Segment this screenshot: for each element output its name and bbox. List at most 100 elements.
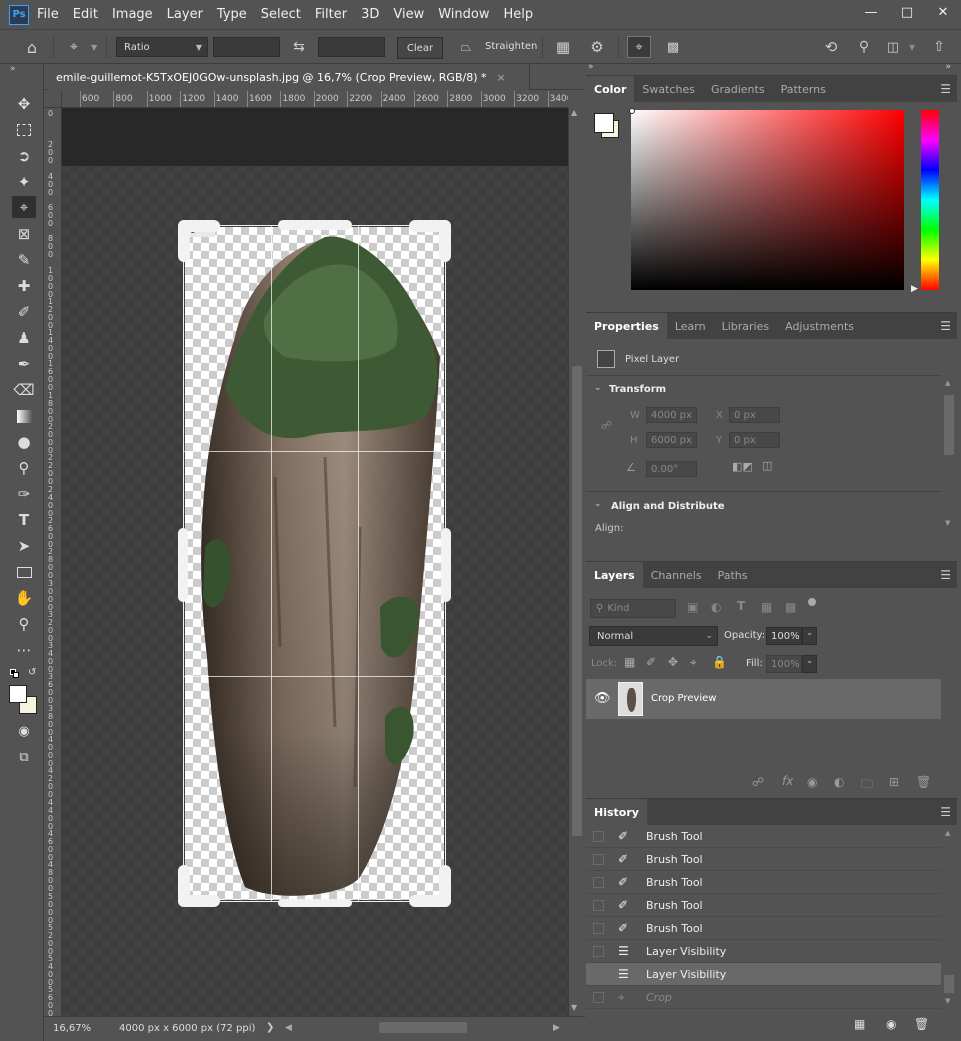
new-layer-icon[interactable]: ⊞	[889, 775, 899, 789]
link-layers-icon[interactable]: ☍	[752, 775, 764, 789]
overlay-grid-icon[interactable]: ▦	[552, 37, 574, 57]
collapse-icon[interactable]: »	[588, 62, 594, 72]
crop-handle-left[interactable]	[178, 528, 188, 602]
crop-tool-icon[interactable]: ⌖	[12, 196, 36, 218]
search-icon[interactable]: ⚲	[853, 37, 875, 57]
blend-mode-select[interactable]: Normal ⌄	[589, 626, 718, 646]
foreground-color-swatch[interactable]	[9, 685, 27, 703]
history-checkbox[interactable]	[593, 991, 604, 1003]
chevron-down-icon[interactable]: ⌄	[802, 655, 817, 673]
transform-heading[interactable]: Transform	[609, 384, 666, 395]
flip-vertical-icon[interactable]: ◫	[762, 459, 772, 472]
pen-tool-icon[interactable]: ✑	[12, 483, 36, 505]
gear-icon[interactable]: ⚙	[586, 37, 608, 57]
trash-icon[interactable]: 🗑	[914, 1017, 929, 1031]
delete-cropped-pixels-icon[interactable]: ⌖	[627, 36, 651, 58]
history-item[interactable]: ✐ Brush Tool	[586, 848, 941, 871]
close-icon[interactable]: ✕	[925, 0, 961, 24]
tab-layers[interactable]: Layers	[586, 562, 643, 588]
color-picker-marker[interactable]	[629, 108, 635, 114]
scroll-down-icon[interactable]: ▼	[571, 1003, 577, 1012]
status-menu-arrow[interactable]: ❯	[266, 1022, 274, 1033]
history-checkbox[interactable]	[593, 945, 604, 957]
trash-icon[interactable]: 🗑	[916, 775, 931, 789]
type-tool-icon[interactable]: T	[12, 509, 36, 531]
gradient-tool-icon[interactable]	[12, 405, 36, 427]
scroll-up-icon[interactable]: ▲	[945, 829, 950, 837]
history-item[interactable]: ✐ Brush Tool	[586, 871, 941, 894]
share-icon[interactable]: ⇧	[928, 37, 950, 57]
lock-all-icon[interactable]: 🔒	[712, 655, 727, 669]
history-item[interactable]: ☰ Layer Visibility	[586, 940, 941, 963]
tab-swatches[interactable]: Swatches	[634, 76, 703, 102]
menu-3d[interactable]: 3D	[361, 7, 379, 22]
layer-name[interactable]: Crop Preview	[651, 693, 716, 704]
eyedropper-tool-icon[interactable]: ✎	[12, 249, 36, 271]
history-checkbox[interactable]	[593, 853, 604, 865]
quick-mask-icon[interactable]: ◉	[12, 720, 36, 742]
crop-handle-top-left[interactable]	[178, 220, 220, 232]
panel-menu-icon[interactable]: ☰	[940, 805, 951, 819]
scroll-up-icon[interactable]: ▲	[945, 379, 950, 387]
layer-kind-filter[interactable]: ⚲ Kind	[590, 599, 676, 618]
flip-horizontal-icon[interactable]: ◧◩	[732, 460, 753, 473]
adjustment-layer-icon[interactable]: ◐	[834, 775, 844, 789]
healing-brush-tool-icon[interactable]: ✚	[12, 275, 36, 297]
tab-adjustments[interactable]: Adjustments	[777, 313, 862, 339]
menu-window[interactable]: Window	[438, 7, 489, 22]
scrollbar-thumb[interactable]	[944, 395, 954, 455]
history-checkbox[interactable]	[593, 899, 604, 911]
scrollbar-thumb[interactable]	[944, 975, 954, 993]
close-tab-icon[interactable]: ×	[496, 71, 505, 84]
crop-handle-bottom-left[interactable]	[178, 895, 220, 907]
content-aware-icon[interactable]: ▩	[662, 37, 684, 57]
panel-menu-icon[interactable]: ☰	[940, 568, 951, 582]
menu-edit[interactable]: Edit	[73, 7, 98, 22]
lasso-tool-icon[interactable]: ➲	[12, 145, 36, 167]
tab-history[interactable]: History	[586, 799, 647, 825]
menu-layer[interactable]: Layer	[167, 7, 203, 22]
panel-menu-icon[interactable]: ☰	[940, 319, 951, 333]
x-field[interactable]: 0 px	[729, 407, 780, 423]
collapse-icon[interactable]: »	[10, 64, 16, 74]
menu-type[interactable]: Type	[217, 7, 247, 22]
document-tab[interactable]: emile-guillemot-K5TxOEJ0GOw-unsplash.jpg…	[48, 64, 530, 90]
tab-properties[interactable]: Properties	[586, 313, 667, 339]
history-checkbox[interactable]	[593, 876, 604, 888]
crop-handle-right[interactable]	[441, 528, 451, 602]
scrollbar-thumb[interactable]	[572, 366, 582, 836]
ratio-select[interactable]: Ratio ▼	[116, 37, 208, 57]
clone-stamp-tool-icon[interactable]: ♟	[12, 327, 36, 349]
scroll-down-icon[interactable]: ▼	[945, 519, 950, 527]
filter-shape-icon[interactable]: ▦	[761, 600, 772, 614]
default-colors-icon[interactable]	[10, 669, 20, 679]
hue-slider[interactable]	[921, 110, 939, 290]
eraser-tool-icon[interactable]: ⌫	[12, 379, 36, 401]
panel-menu-icon[interactable]: ☰	[940, 82, 951, 96]
expand-icon[interactable]: »	[945, 62, 951, 72]
history-item[interactable]: ✐ Brush Tool	[586, 825, 941, 848]
path-selection-tool-icon[interactable]: ➤	[12, 535, 36, 557]
workspace-icon[interactable]: ◫	[882, 37, 904, 57]
filter-pixel-icon[interactable]: ▣	[687, 600, 698, 614]
properties-scrollbar[interactable]: ▲ ▼	[941, 379, 957, 535]
chevron-down-icon[interactable]: ⌄	[594, 499, 602, 509]
menu-select[interactable]: Select	[261, 7, 301, 22]
crop-handle-top[interactable]	[278, 220, 352, 230]
crop-width-input[interactable]	[213, 37, 280, 57]
scroll-left-icon[interactable]: ◀	[285, 1023, 292, 1033]
brush-tool-icon[interactable]: ✐	[12, 301, 36, 323]
straighten-icon[interactable]: ⏢	[455, 37, 477, 57]
tab-color[interactable]: Color	[586, 76, 635, 102]
chevron-down-icon[interactable]: ▼	[909, 43, 915, 52]
link-icon[interactable]: ☍	[601, 419, 612, 432]
zoom-tool-icon[interactable]: ⚲	[12, 613, 36, 635]
lock-pixels-icon[interactable]: ✐	[646, 655, 656, 669]
tab-learn[interactable]: Learn	[667, 313, 714, 339]
more-tools-icon[interactable]: ⋯	[12, 639, 36, 661]
filter-adjustment-icon[interactable]: ◐	[711, 600, 721, 614]
filter-type-icon[interactable]: T	[737, 599, 745, 613]
horizontal-scrollbar-thumb[interactable]	[379, 1022, 467, 1033]
camera-icon[interactable]: ◉	[886, 1017, 896, 1031]
restore-icon[interactable]: □	[889, 0, 925, 24]
